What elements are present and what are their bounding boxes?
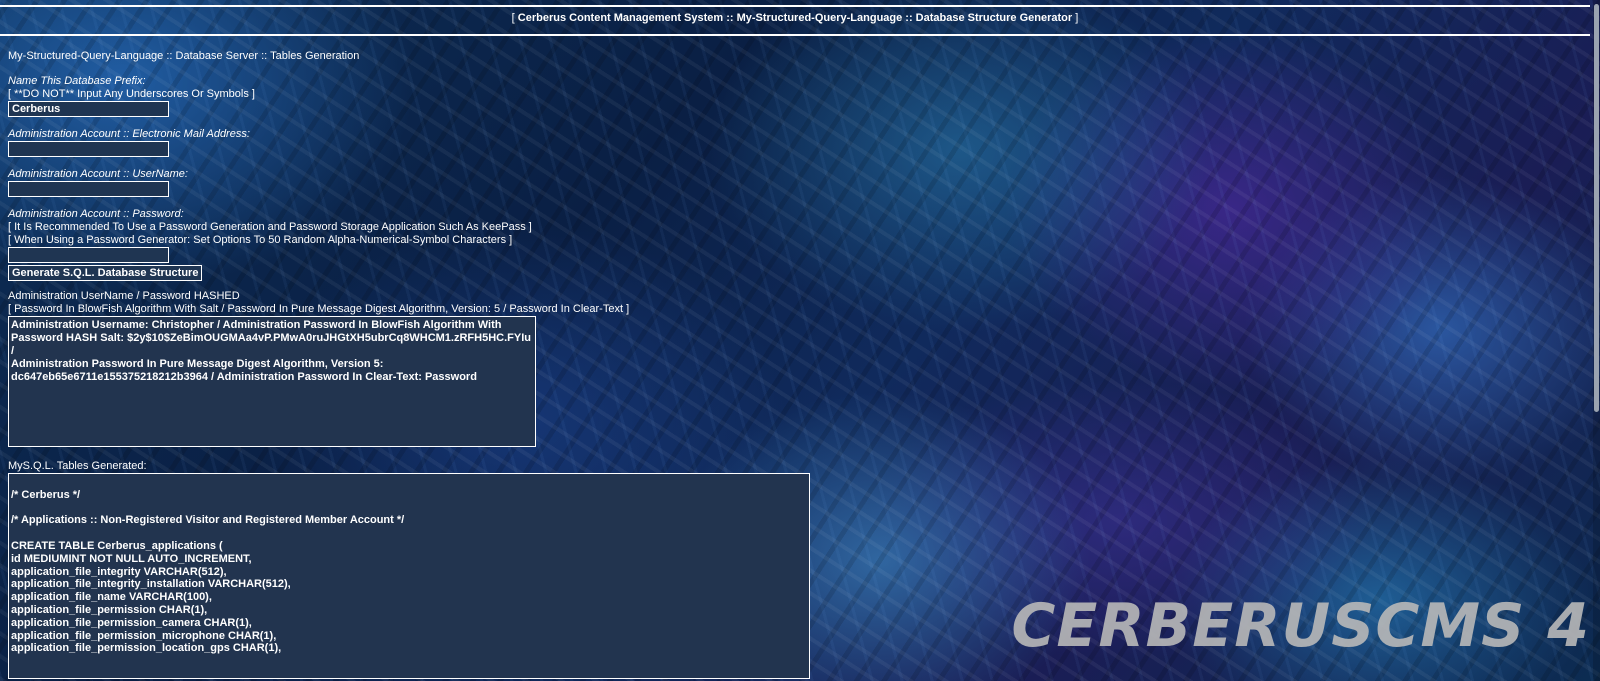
sql-line: application_file_integrity_installation … [11,578,291,591]
password-note-keepass: [ It Is Recommended To Use a Password Ge… [8,221,532,233]
sql-heading: MyS.Q.L. Tables Generated: [8,460,147,472]
sql-output-textarea[interactable]: /* Cerberus */ /* Applications :: Non-Re… [8,473,810,679]
page-title: Cerberus Content Management System :: My… [517,12,1073,24]
hashed-note: [ Password In BlowFish Algorithm With Sa… [8,303,630,315]
sql-line: application_file_permission_camera CHAR(… [11,616,252,629]
sql-line [11,527,807,540]
generate-sql-button[interactable]: Generate S.Q.L. Database Structure [8,265,203,281]
username-label: Administration Account :: UserName: [8,168,188,180]
hashed-line: Administration Password In Pure Message … [11,358,384,370]
hashed-output-textarea[interactable]: Administration Username: Christopher / A… [8,316,536,447]
prefix-label: Name This Database Prefix: [8,75,146,87]
sql-line [11,502,807,515]
title-bar: [ Cerberus Content Management System :: … [0,5,1590,36]
hashed-line: dc647eb65e6711e155375218212b3964 / Admin… [11,371,477,383]
username-field[interactable] [8,181,169,197]
sql-line [11,476,807,489]
email-label: Administration Account :: Electronic Mai… [8,128,250,140]
sql-line: application_file_integrity VARCHAR(512), [11,565,227,578]
section-heading: My-Structured-Query-Language :: Database… [8,50,360,62]
password-field[interactable] [8,247,169,263]
page-scrollbar[interactable] [1593,0,1600,681]
prefix-input[interactable] [8,101,169,117]
hashed-line: Password HASH Salt: $2y$10$ZeBimOUGMAa4v… [11,332,531,357]
password-label: Administration Account :: Password: [8,208,184,220]
sql-line: application_file_permission_microphone C… [11,629,277,642]
title-prefix: [ [511,12,515,24]
email-field[interactable] [8,141,169,157]
generator-form: My-Structured-Query-Language :: Database… [8,50,1208,679]
password-note-generator: [ When Using a Password Generator: Set O… [8,234,513,246]
hashed-line: Administration Username: Christopher / A… [11,319,502,331]
sql-line: /* Cerberus */ [11,488,81,501]
sql-line: application_file_permission_location_gps… [11,642,282,655]
sql-line: application_file_permission CHAR(1), [11,603,208,616]
cerberuscms-logo: CERBERUSCMS 4 [1011,591,1590,661]
sql-line: application_file_name VARCHAR(100), [11,591,212,604]
sql-line: CREATE TABLE Cerberus_applications ( [11,539,223,552]
scrollbar-thumb[interactable] [1594,4,1599,412]
prefix-note: [ **DO NOT** Input Any Underscores Or Sy… [8,88,255,100]
title-suffix: ] [1075,12,1079,24]
sql-line: /* Applications :: Non-Registered Visito… [11,514,405,527]
sql-line: id MEDIUMINT NOT NULL AUTO_INCREMENT, [11,552,252,565]
hashed-heading: Administration UserName / Password HASHE… [8,290,240,302]
